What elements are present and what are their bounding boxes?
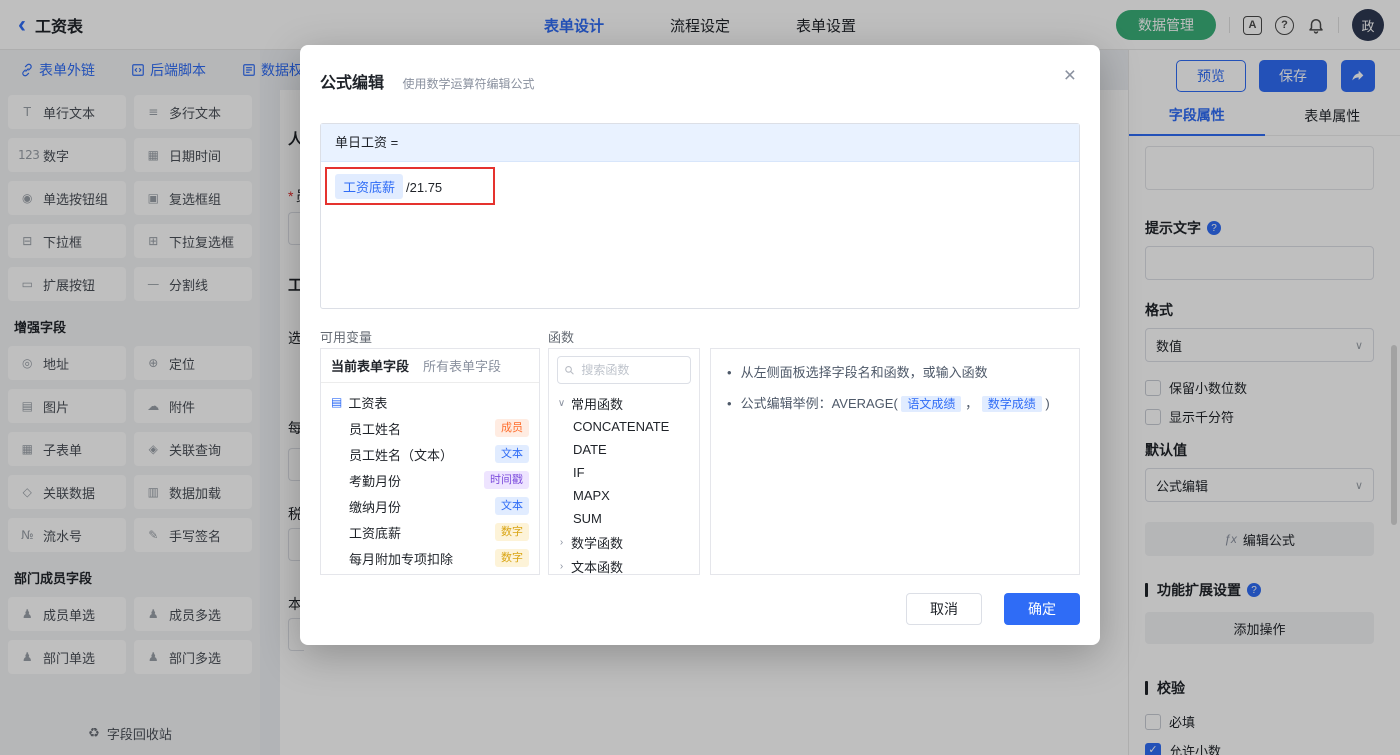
field-type-badge: 成员 xyxy=(495,418,529,438)
function-item[interactable]: IF xyxy=(549,461,699,484)
field-type-badge: 数字 xyxy=(495,548,529,568)
function-item[interactable]: MAPX xyxy=(549,484,699,507)
variable-item[interactable]: 员工姓名 成员 xyxy=(321,415,539,441)
function-item[interactable]: DATE xyxy=(549,438,699,461)
formula-editor-modal: 公式编辑 使用数学运算符编辑公式 × 单日工资 = 工资底薪/21.75 可用变… xyxy=(300,45,1100,645)
search-icon xyxy=(565,365,574,375)
function-search[interactable] xyxy=(557,356,691,384)
tip-line-example: • 公式编辑举例：AVERAGE( 语文成绩 ， 数学成绩 ) xyxy=(727,396,1050,412)
document-icon: ▤ xyxy=(331,395,343,409)
function-group-label: 数学函数 xyxy=(571,535,624,551)
tab-current-form-fields[interactable]: 当前表单字段 xyxy=(331,356,409,375)
modal-panels: 当前表单字段 所有表单字段 ▤ 工资表 员工姓名 成员 员工姓名（文本） 文本 xyxy=(320,348,1080,575)
tree-root-label: 工资表 xyxy=(348,395,388,411)
field-type-badge: 时间戳 xyxy=(484,470,529,490)
field-type-badge: 数字 xyxy=(495,522,529,542)
functions-label: 函数 xyxy=(548,330,575,345)
variables-panel: 当前表单字段 所有表单字段 ▤ 工资表 员工姓名 成员 员工姓名（文本） 文本 xyxy=(320,348,540,575)
variable-item[interactable]: 每月附加专项扣除 数字 xyxy=(321,545,539,571)
bullet-icon: • xyxy=(727,365,732,380)
field-type-badge: 文本 xyxy=(495,496,529,516)
tips-panel: • 从左侧面板选择字段名和函数，或输入函数 • 公式编辑举例：AVERAGE( 语文… xyxy=(710,348,1080,575)
modal-subtitle: 使用数学运算符编辑公式 xyxy=(402,77,535,91)
variables-tree: ▤ 工资表 员工姓名 成员 员工姓名（文本） 文本 考勤月份 时间戳 缴纳月份 … xyxy=(321,383,539,571)
example-field-chip: 语文成绩 xyxy=(901,396,962,412)
formula-input-area[interactable]: 工资底薪/21.75 xyxy=(321,162,1079,308)
variables-tabs: 当前表单字段 所有表单字段 xyxy=(321,349,539,383)
function-group-math[interactable]: › 数学函数 xyxy=(549,530,699,554)
confirm-button[interactable]: 确定 xyxy=(1004,593,1080,625)
variables-label: 可用变量 xyxy=(320,330,373,345)
function-item[interactable]: CONCATENATE xyxy=(549,415,699,438)
field-type-badge: 文本 xyxy=(495,444,529,464)
function-group-text[interactable]: › 文本函数 xyxy=(549,554,699,575)
variable-item[interactable]: 员工姓名（文本） 文本 xyxy=(321,441,539,467)
function-search-input[interactable] xyxy=(579,362,684,378)
function-group-label: 常用函数 xyxy=(571,396,624,412)
tip-line: • 从左侧面板选择字段名和函数，或输入函数 xyxy=(727,365,988,380)
modal-header: 公式编辑 使用数学运算符编辑公式 × xyxy=(300,45,1100,105)
tree-root-form[interactable]: ▤ 工资表 xyxy=(321,389,539,415)
tab-all-form-fields[interactable]: 所有表单字段 xyxy=(423,356,501,375)
variable-item[interactable]: 缴纳月份 文本 xyxy=(321,493,539,519)
example-field-chip: 数学成绩 xyxy=(981,396,1042,412)
formula-editor-box: 单日工资 = 工资底薪/21.75 xyxy=(320,123,1080,309)
functions-panel: ∨ 常用函数 CONCATENATE DATE IF MAPX SUM › 数学… xyxy=(548,348,700,575)
chevron-right-icon: › xyxy=(559,536,564,548)
annotation-highlight-box xyxy=(325,167,495,205)
variable-item[interactable]: 考勤月份 时间戳 xyxy=(321,467,539,493)
bullet-icon: • xyxy=(727,396,732,411)
function-group-label: 文本函数 xyxy=(571,559,624,575)
chevron-down-icon: ∨ xyxy=(557,397,566,409)
modal-title: 公式编辑 xyxy=(320,75,385,92)
close-icon[interactable]: × xyxy=(1064,65,1076,86)
app-root: ‹ 工资表 表单设计 流程设定 表单设置 数据管理 A ? 政 表单外链 后端脚… xyxy=(0,0,1400,755)
function-group-common[interactable]: ∨ 常用函数 xyxy=(549,391,699,415)
cancel-button[interactable]: 取消 xyxy=(906,593,982,625)
chevron-right-icon: › xyxy=(559,560,564,572)
function-item[interactable]: SUM xyxy=(549,507,699,530)
variable-item[interactable]: 工资底薪 数字 xyxy=(321,519,539,545)
formula-target: 单日工资 = xyxy=(321,124,1079,162)
